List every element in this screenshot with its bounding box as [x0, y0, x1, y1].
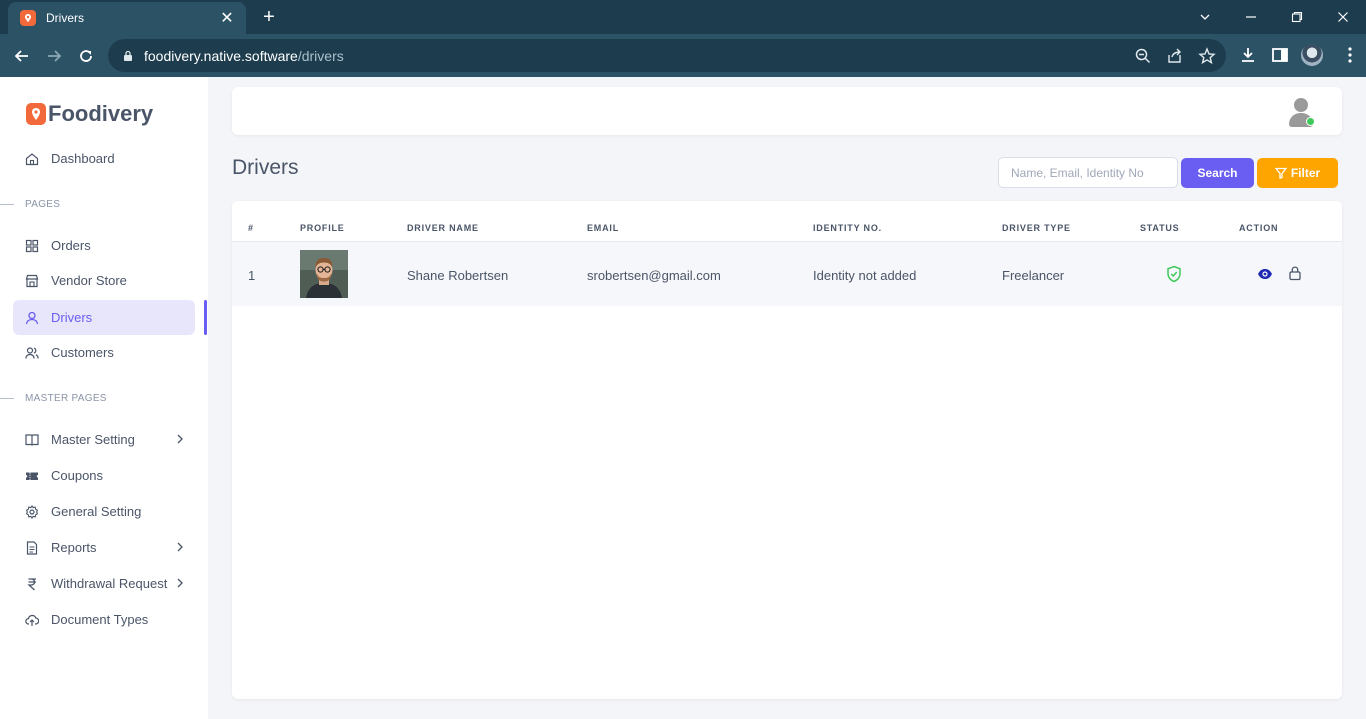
- sidebar-item-label: Customers: [51, 345, 114, 360]
- store-icon: [25, 274, 39, 288]
- pin-logo-icon: [26, 103, 46, 125]
- active-indicator: [204, 300, 207, 335]
- page-title: Drivers: [232, 156, 299, 179]
- section-label-master-pages: MASTER PAGES: [0, 393, 107, 404]
- brand-name: Foodivery: [48, 101, 154, 126]
- back-icon[interactable]: [9, 43, 35, 69]
- top-header-card: [232, 87, 1342, 135]
- close-window-icon[interactable]: [1320, 0, 1366, 34]
- filter-button[interactable]: Filter: [1257, 158, 1338, 188]
- sidebar-item-label: Reports: [51, 540, 97, 555]
- chevron-right-icon: [177, 578, 183, 588]
- sidebar-item-orders[interactable]: Orders: [13, 228, 195, 263]
- driver-type: Freelancer: [1002, 268, 1065, 283]
- chevron-right-icon: [177, 434, 183, 444]
- book-icon: [25, 433, 39, 447]
- search-input[interactable]: [998, 157, 1178, 188]
- home-icon: [25, 152, 39, 166]
- column-header-status: STATUS: [1140, 223, 1180, 233]
- tab-title: Drivers: [46, 11, 84, 25]
- rupee-icon: [25, 577, 39, 591]
- lock-icon: [124, 50, 132, 61]
- download-icon[interactable]: [1238, 45, 1258, 65]
- address-bar[interactable]: foodivery.native.software/drivers: [108, 39, 1226, 72]
- sidebar-item-label: Document Types: [51, 612, 149, 627]
- sidebar-item-master-setting[interactable]: Master Setting: [13, 422, 195, 457]
- driver-profile-photo[interactable]: [300, 250, 348, 298]
- driver-name: Shane Robertsen: [407, 268, 509, 283]
- side-panel-icon[interactable]: [1270, 45, 1290, 65]
- share-icon[interactable]: [1166, 47, 1184, 65]
- bookmark-star-icon[interactable]: [1198, 47, 1216, 65]
- sidebar-item-drivers[interactable]: Drivers: [13, 300, 195, 335]
- sidebar: Foodivery Dashboard PAGES Orders Vendor …: [0, 77, 208, 719]
- search-button[interactable]: Search: [1181, 158, 1254, 188]
- sidebar-item-label: Orders: [51, 238, 91, 253]
- sidebar-item-label: Drivers: [51, 310, 93, 325]
- filter-icon: [1274, 167, 1287, 179]
- view-eye-icon[interactable]: [1257, 267, 1273, 281]
- column-header-action: ACTION: [1239, 223, 1279, 233]
- driver-email: srobertsen@gmail.com: [587, 268, 721, 283]
- brand-logo[interactable]: Foodivery: [26, 101, 153, 127]
- users-icon: [25, 346, 39, 360]
- sidebar-item-general-setting[interactable]: General Setting: [13, 494, 195, 529]
- lock-icon[interactable]: [1288, 265, 1302, 281]
- file-icon: [25, 540, 39, 555]
- forward-icon[interactable]: [41, 43, 67, 69]
- ticket-icon: [25, 469, 39, 483]
- sidebar-item-coupons[interactable]: Coupons: [13, 458, 195, 493]
- section-label-pages: PAGES: [0, 199, 60, 210]
- row-index: 1: [248, 268, 256, 283]
- shield-check-icon[interactable]: [1166, 265, 1182, 283]
- user-avatar[interactable]: [1288, 97, 1315, 127]
- more-menu-icon[interactable]: [1340, 45, 1360, 65]
- sidebar-item-label: Withdrawal Request: [51, 576, 168, 591]
- sidebar-item-withdrawal-request[interactable]: Withdrawal Request: [13, 566, 195, 601]
- tab-search-icon[interactable]: [1182, 0, 1228, 34]
- restore-icon[interactable]: [1274, 0, 1320, 34]
- chevron-right-icon: [177, 542, 183, 552]
- zoom-icon[interactable]: [1134, 47, 1152, 65]
- column-header-identity-no: IDENTITY NO.: [813, 223, 882, 233]
- column-header-driver-name: DRIVER NAME: [407, 223, 479, 233]
- column-header-email: EMAIL: [587, 223, 619, 233]
- sidebar-item-label: General Setting: [51, 504, 142, 519]
- minimize-icon[interactable]: [1228, 0, 1274, 34]
- table-row[interactable]: 1 Shane Robertsen srobertsen@gmail.com I…: [232, 242, 1342, 306]
- tab-close-icon[interactable]: ✕: [218, 8, 236, 28]
- sidebar-item-dashboard[interactable]: Dashboard: [13, 141, 195, 176]
- sidebar-item-label: Dashboard: [51, 151, 115, 166]
- url-path: /drivers: [297, 47, 344, 64]
- browser-tab-bar: Drivers ✕ +: [0, 0, 1366, 34]
- column-header-profile: PROFILE: [300, 223, 345, 233]
- sidebar-item-document-types[interactable]: Document Types: [13, 602, 195, 637]
- cloud-upload-icon: [25, 613, 39, 627]
- grid-icon: [25, 239, 39, 253]
- browser-tab[interactable]: Drivers ✕: [8, 2, 246, 34]
- new-tab-button[interactable]: +: [258, 6, 280, 28]
- drivers-table: # PROFILE DRIVER NAME EMAIL IDENTITY NO.…: [232, 201, 1342, 699]
- browser-profile-avatar[interactable]: [1301, 44, 1323, 66]
- browser-toolbar: foodivery.native.software/drivers: [0, 34, 1366, 77]
- column-header-driver-type: DRIVER TYPE: [1002, 223, 1071, 233]
- user-icon: [25, 311, 39, 325]
- online-status-dot: [1306, 117, 1315, 126]
- sidebar-item-label: Master Setting: [51, 432, 135, 447]
- sidebar-item-label: Vendor Store: [51, 273, 127, 288]
- reload-icon[interactable]: [73, 43, 99, 69]
- foodivery-favicon-icon: [20, 10, 36, 26]
- gear-icon: [25, 504, 39, 519]
- driver-identity: Identity not added: [813, 268, 917, 283]
- url-host: foodivery.native.software: [144, 47, 298, 64]
- column-header-index: #: [248, 223, 254, 233]
- sidebar-item-label: Coupons: [51, 468, 104, 483]
- filter-button-label: Filter: [1290, 166, 1321, 180]
- sidebar-item-customers[interactable]: Customers: [13, 335, 195, 370]
- sidebar-item-vendor-store[interactable]: Vendor Store: [13, 263, 195, 298]
- sidebar-item-reports[interactable]: Reports: [13, 530, 195, 565]
